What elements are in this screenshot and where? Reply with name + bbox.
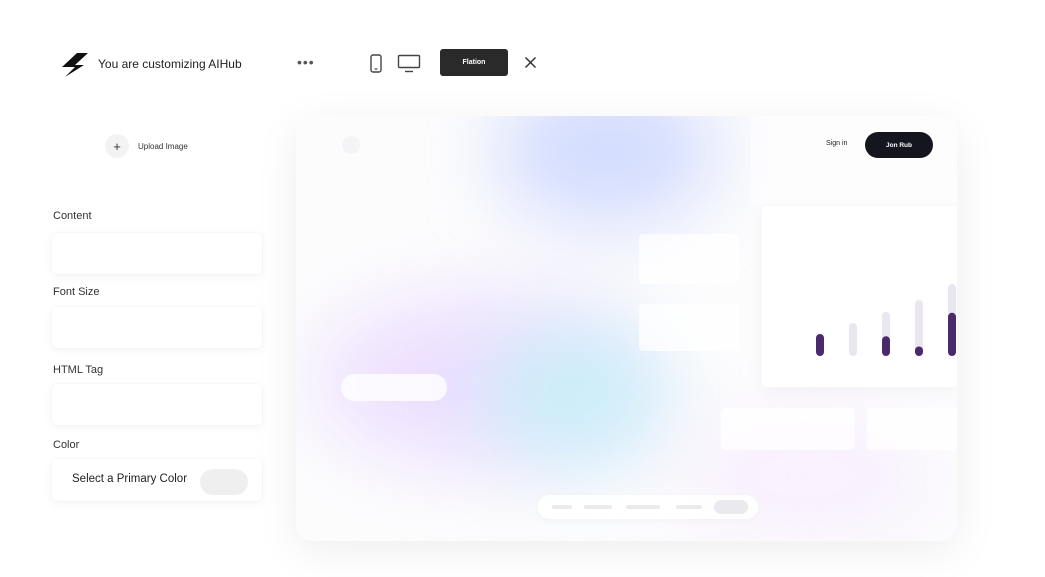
preview-logo: [342, 136, 360, 154]
chart-bar-fill: [816, 334, 824, 356]
page-title: You are customizing AIHub: [98, 57, 242, 71]
preview-chart-card: [762, 206, 957, 387]
content-label: Content: [53, 210, 92, 222]
platform-button[interactable]: Flation: [440, 49, 508, 76]
chart-bar-fill: [882, 336, 890, 356]
font-size-label: Font Size: [53, 286, 100, 298]
upload-image-label: Upload Image: [138, 141, 188, 151]
plus-icon: +: [105, 134, 129, 158]
chart-bar-track: [849, 323, 857, 356]
nav-placeholder: [584, 505, 612, 509]
preview-sign-in-link[interactable]: Sign in: [826, 140, 847, 147]
color-swatch[interactable]: [200, 469, 248, 495]
font-size-input[interactable]: [52, 307, 262, 348]
desktop-icon[interactable]: [397, 54, 421, 73]
gradient-blob: [496, 116, 716, 226]
color-label: Color: [53, 439, 80, 451]
primary-color-select[interactable]: Select a Primary Color: [52, 459, 262, 501]
upload-image-button[interactable]: + Upload Image: [105, 134, 188, 158]
preview-card: [639, 304, 739, 351]
preview-pill: [341, 374, 447, 401]
nav-placeholder: [714, 500, 748, 514]
primary-color-placeholder: Select a Primary Color: [72, 473, 188, 485]
website-preview: Sign in Jon Rub: [296, 116, 957, 541]
bolt-logo-icon: [62, 53, 88, 77]
html-tag-input[interactable]: [52, 384, 262, 425]
nav-placeholder: [626, 505, 660, 509]
preview-header-panel: [751, 116, 957, 204]
preview-join-button[interactable]: Jon Rub: [865, 132, 933, 158]
preview-card: [867, 408, 957, 450]
top-bar: You are customizing AIHub ••• Flation: [0, 0, 1045, 110]
preview-card: [639, 234, 739, 284]
nav-placeholder: [552, 505, 572, 509]
preview-bar-chart: [816, 284, 956, 356]
close-icon[interactable]: [524, 56, 537, 69]
more-icon[interactable]: •••: [297, 55, 315, 69]
content-input[interactable]: [52, 233, 262, 274]
preview-bottom-nav: [538, 495, 758, 519]
chart-bar-fill: [948, 312, 956, 356]
preview-card: [721, 408, 854, 450]
mobile-icon[interactable]: [369, 54, 383, 73]
nav-placeholder: [676, 505, 702, 509]
html-tag-label: HTML Tag: [53, 364, 104, 376]
chart-bar-fill: [915, 346, 923, 356]
